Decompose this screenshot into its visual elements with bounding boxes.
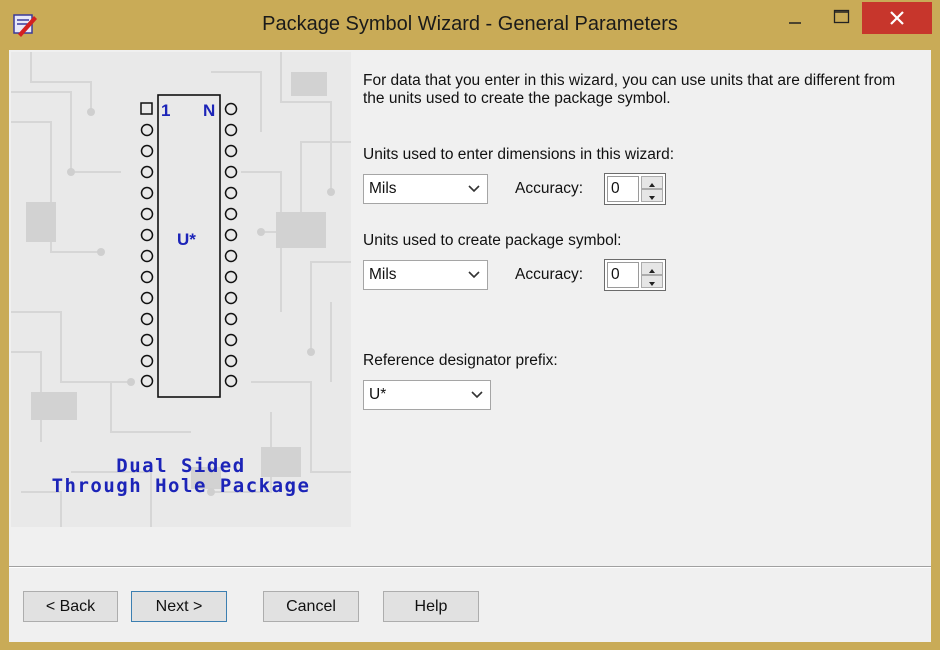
minimize-icon bbox=[789, 22, 801, 24]
refdes-label: U* bbox=[177, 230, 196, 249]
wizard-accuracy-input[interactable]: 0 bbox=[607, 176, 639, 202]
symbol-accuracy-spinner[interactable]: 0 bbox=[604, 259, 666, 291]
pin-n-label: N bbox=[203, 101, 215, 120]
chevron-down-icon bbox=[468, 271, 480, 279]
chevron-down-icon bbox=[468, 185, 480, 193]
wizard-accuracy-label: Accuracy: bbox=[515, 180, 584, 197]
maximize-icon bbox=[833, 9, 850, 24]
wizard-units-value: Mils bbox=[369, 180, 397, 197]
pin-1-label: 1 bbox=[161, 101, 170, 120]
wizard-units-select[interactable]: Mils bbox=[363, 174, 488, 204]
spin-down-button[interactable] bbox=[641, 189, 663, 202]
maximize-button[interactable] bbox=[818, 0, 864, 34]
package-illustration: 1 N U* Dual Sided Through Hole Package bbox=[11, 52, 351, 527]
arrow-down-icon bbox=[649, 282, 655, 286]
spin-up-button[interactable] bbox=[641, 262, 663, 275]
wizard-units-label: Units used to enter dimensions in this w… bbox=[363, 146, 675, 163]
next-button[interactable]: Next > bbox=[131, 591, 227, 622]
help-button[interactable]: Help bbox=[383, 591, 479, 622]
symbol-units-select[interactable]: Mils bbox=[363, 260, 488, 290]
wizard-body: 1 N U* Dual Sided Through Hole Package F… bbox=[9, 50, 931, 642]
wizard-accuracy-spinner[interactable]: 0 bbox=[604, 173, 666, 205]
symbol-accuracy-label: Accuracy: bbox=[515, 266, 584, 283]
caption-line-1: Dual Sided bbox=[116, 455, 246, 477]
symbol-units-label: Units used to create package symbol: bbox=[363, 232, 622, 249]
arrow-down-icon bbox=[649, 196, 655, 200]
left-pins bbox=[140, 102, 154, 388]
caption-line-2: Through Hole Package bbox=[51, 475, 311, 497]
refdes-prefix-value: U* bbox=[369, 386, 387, 403]
right-pins bbox=[224, 102, 238, 388]
refdes-prefix-label: Reference designator prefix: bbox=[363, 352, 558, 369]
title-bar[interactable]: Package Symbol Wizard - General Paramete… bbox=[0, 0, 940, 50]
chevron-down-icon bbox=[471, 391, 483, 399]
instructions-text: For data that you enter in this wizard, … bbox=[363, 72, 896, 107]
cancel-button[interactable]: Cancel bbox=[263, 591, 359, 622]
spin-down-button[interactable] bbox=[641, 275, 663, 288]
close-icon bbox=[890, 11, 904, 25]
wizard-window: Package Symbol Wizard - General Paramete… bbox=[0, 0, 940, 650]
minimize-button[interactable] bbox=[772, 0, 818, 34]
refdes-prefix-select[interactable]: U* bbox=[363, 380, 491, 410]
close-button[interactable] bbox=[862, 2, 932, 34]
symbol-accuracy-input[interactable]: 0 bbox=[607, 262, 639, 288]
back-button[interactable]: < Back bbox=[23, 591, 118, 622]
symbol-units-value: Mils bbox=[369, 266, 397, 283]
spin-up-button[interactable] bbox=[641, 176, 663, 189]
separator bbox=[9, 566, 931, 568]
